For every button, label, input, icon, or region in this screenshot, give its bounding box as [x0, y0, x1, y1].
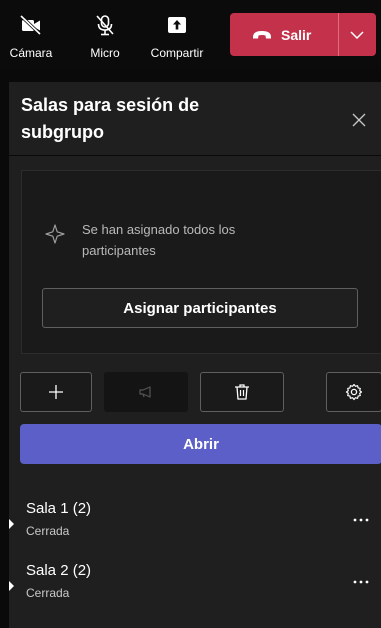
chevron-right-icon[interactable] — [9, 516, 15, 529]
room-more-button[interactable] — [347, 568, 375, 596]
announcement-button[interactable] — [104, 372, 188, 412]
room-name: Sala 1 (2) — [26, 500, 92, 517]
megaphone-icon — [138, 385, 154, 399]
room-status: Cerrada — [26, 524, 70, 538]
leave-main[interactable]: Salir — [230, 13, 311, 56]
panel-title: Salas para sesión de subgrupo — [21, 95, 200, 142]
header-divider — [9, 155, 381, 156]
open-rooms-button[interactable]: Abrir — [20, 424, 381, 464]
assignment-card: Se han asignado todos los participantes … — [21, 170, 381, 354]
breakout-rooms-panel: Salas para sesión de subgrupo Se han asi… — [9, 82, 381, 628]
chevron-down-icon — [350, 30, 364, 39]
hang-up-icon — [252, 30, 272, 40]
delete-room-button[interactable] — [200, 372, 284, 412]
chevron-right-icon[interactable] — [9, 578, 15, 591]
add-room-button[interactable] — [20, 372, 92, 412]
close-icon — [352, 113, 366, 127]
more-icon — [353, 580, 369, 584]
mic-label: Micro — [90, 46, 120, 60]
gear-icon — [345, 383, 363, 401]
trash-icon — [234, 383, 250, 401]
share-label: Compartir — [150, 46, 204, 60]
more-icon — [353, 518, 369, 522]
share-button[interactable]: Compartir — [145, 0, 209, 70]
panel-header: Salas para sesión de subgrupo — [9, 82, 381, 155]
camera-off-icon — [20, 14, 42, 36]
leave-options-button[interactable] — [338, 13, 376, 56]
assignment-message: Se han asignado todos los participantes — [82, 222, 236, 258]
sparkle-icon — [44, 223, 66, 245]
close-button[interactable] — [345, 106, 373, 134]
room-status: Cerrada — [26, 586, 70, 600]
plus-icon — [48, 384, 64, 400]
camera-button[interactable]: Cámara — [0, 0, 62, 70]
room-item[interactable]: Sala 1 (2) Cerrada — [9, 494, 381, 546]
room-actions — [20, 372, 381, 412]
assignment-status: Se han asignado todos los participantes — [44, 219, 282, 261]
leave-label: Salir — [281, 26, 312, 43]
leave-button[interactable]: Salir — [230, 13, 376, 56]
mic-off-icon — [94, 14, 116, 36]
room-item[interactable]: Sala 2 (2) Cerrada — [9, 556, 381, 608]
meeting-toolbar: Cámara Micro Compartir Salir — [0, 0, 381, 70]
camera-label: Cámara — [9, 46, 53, 60]
share-screen-icon — [166, 14, 188, 36]
room-name: Sala 2 (2) — [26, 562, 92, 579]
room-more-button[interactable] — [347, 506, 375, 534]
mic-button[interactable]: Micro — [82, 0, 128, 70]
assign-participants-button[interactable]: Asignar participantes — [42, 288, 358, 328]
room-settings-button[interactable] — [326, 372, 381, 412]
